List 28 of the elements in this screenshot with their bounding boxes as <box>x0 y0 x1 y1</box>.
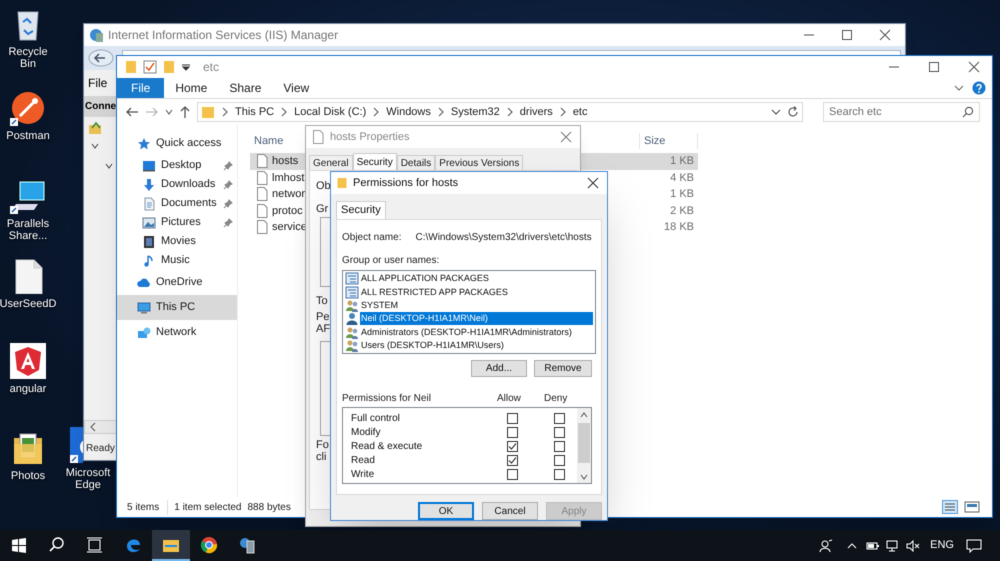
status-text: 888 bytes <box>248 500 291 514</box>
label-text: Gr <box>316 203 328 215</box>
window-title: etc <box>203 59 220 76</box>
label-text: Fo <box>316 439 329 451</box>
label-text: cli <box>316 451 326 463</box>
dialog-title: Permissions for hosts <box>353 176 460 191</box>
status-text: Ready <box>84 438 117 459</box>
permission-name: Write <box>351 468 376 482</box>
field-label: Object name: <box>342 230 402 244</box>
column-header: Deny <box>544 392 568 406</box>
label-text: Pe <box>316 311 330 323</box>
dialog-title: hosts Properties <box>330 130 410 145</box>
label-text: To <box>316 295 328 307</box>
status-text: 1 item selected <box>174 500 242 514</box>
permission-name: Read & execute <box>351 440 424 454</box>
label-text: AF <box>316 323 330 335</box>
permission-name: Full control <box>351 412 401 426</box>
field-label: Permissions for Neil <box>342 392 432 406</box>
search-placeholder: Search etc <box>829 104 883 120</box>
status-text: 5 items <box>127 500 168 514</box>
window-title: Internet Information Services (IIS) Manager <box>108 27 340 44</box>
field-label: Group or user names: <box>342 254 440 268</box>
column-header: Allow <box>497 392 522 406</box>
panel-header: Conne <box>84 96 117 117</box>
permission-name: Modify <box>351 426 382 440</box>
field-value: C:\Windows\System32\drivers\etc\hosts <box>415 230 592 244</box>
label-text: Ob <box>316 180 331 192</box>
permission-name: Read <box>351 454 376 468</box>
